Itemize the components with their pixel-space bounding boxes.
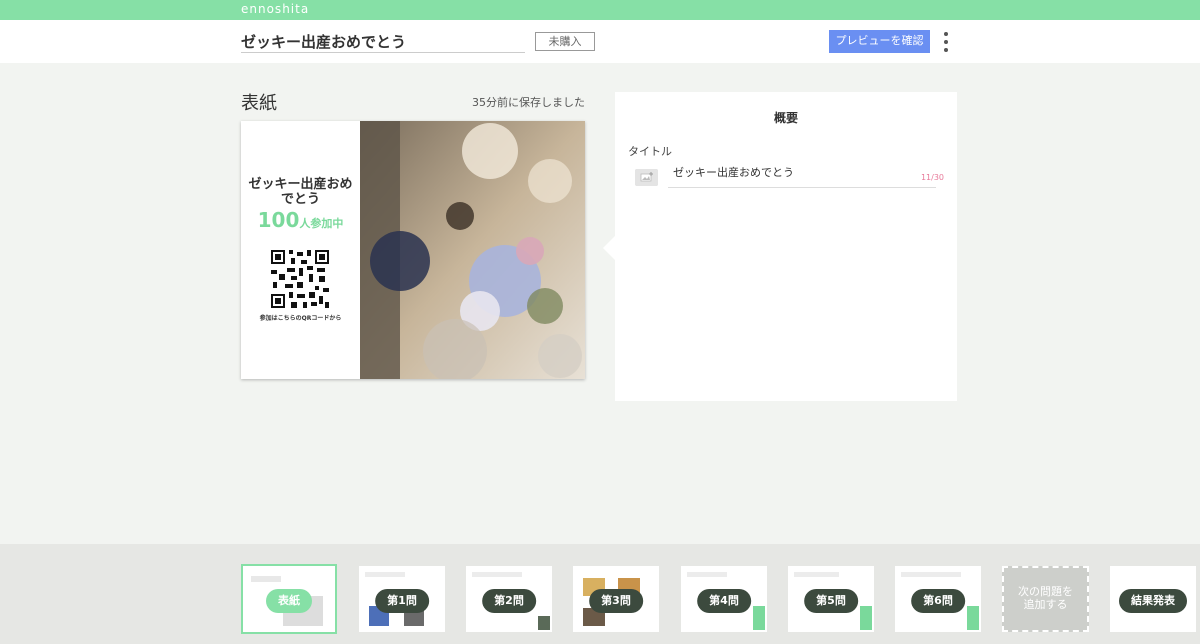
participants-suffix: 人参加中: [299, 217, 344, 230]
top-brand-bar: ennoshita: [0, 0, 1200, 20]
saved-status: 35分前に保存しました: [472, 96, 585, 109]
title-field-label: タイトル: [628, 145, 672, 158]
participants-count: 100人参加中: [241, 208, 360, 232]
qr-code-icon: [271, 250, 329, 308]
purchase-status-badge: 未購入: [535, 32, 595, 51]
slide-thumb-q6[interactable]: 第6問: [895, 566, 981, 632]
add-question-line2: 追加する: [1023, 598, 1068, 611]
title-input[interactable]: ゼッキー出産おめでとう: [668, 165, 936, 188]
cover-text-panel: ゼッキー出産おめでとう 100人参加中 参加はこちらのQRコードから: [241, 121, 360, 379]
slide-thumb-q4[interactable]: 第4問: [681, 566, 767, 632]
slide-thumb-q2[interactable]: 第2問: [466, 566, 552, 632]
slide-label: 第1問: [375, 589, 429, 613]
panel-pointer: [603, 236, 615, 260]
slide-thumb-q3[interactable]: 第3問: [573, 566, 659, 632]
char-count: 11/30: [920, 173, 944, 182]
cover-card-title: ゼッキー出産おめでとう: [248, 177, 353, 207]
brand-logo: ennoshita: [241, 2, 310, 16]
overview-panel: 概要 タイトル ゼッキー出産おめでとう 11/30: [603, 92, 957, 401]
slide-label: 第5問: [804, 589, 858, 613]
qr-caption: 参加はこちらのQRコードから: [259, 315, 342, 322]
slide-thumb-q5[interactable]: 第5問: [788, 566, 874, 632]
slide-navigator: 表紙 第1問 第2問 第3問 第4問 第5問 第6問 次の問題を 追加する 結果…: [0, 544, 1200, 644]
slide-thumb-q1[interactable]: 第1問: [359, 566, 445, 632]
slide-label: 表紙: [266, 589, 312, 613]
cover-heading: 表紙: [241, 93, 277, 114]
overview-title: 概要: [773, 111, 798, 125]
slide-thumb-results[interactable]: 結果発表: [1110, 566, 1196, 632]
slide-label: 第6問: [911, 589, 965, 613]
slide-label: 第2問: [482, 589, 536, 613]
add-question-line1: 次の問題を: [1018, 585, 1073, 598]
cover-preview-card[interactable]: ゼッキー出産おめでとう 100人参加中 参加はこちらのQRコードから: [241, 121, 585, 379]
add-question-label: 次の問題を 追加する: [1004, 585, 1087, 611]
cover-photo: [360, 121, 585, 379]
add-question-button[interactable]: 次の問題を 追加する: [1002, 566, 1089, 632]
slide-label: 第3問: [589, 589, 643, 613]
survey-title-input[interactable]: ゼッキー出産おめでとう: [241, 31, 525, 53]
editor-header: ゼッキー出産おめでとう 未購入 プレビューを確認: [0, 20, 1200, 63]
slide-thumb-cover[interactable]: 表紙: [241, 564, 337, 634]
preview-button[interactable]: プレビューを確認: [829, 30, 930, 53]
participants-number: 100: [257, 208, 300, 232]
slide-label: 第4問: [697, 589, 751, 613]
image-add-icon[interactable]: [635, 169, 658, 186]
more-vertical-icon[interactable]: [938, 31, 954, 53]
slide-label: 結果発表: [1119, 589, 1187, 613]
